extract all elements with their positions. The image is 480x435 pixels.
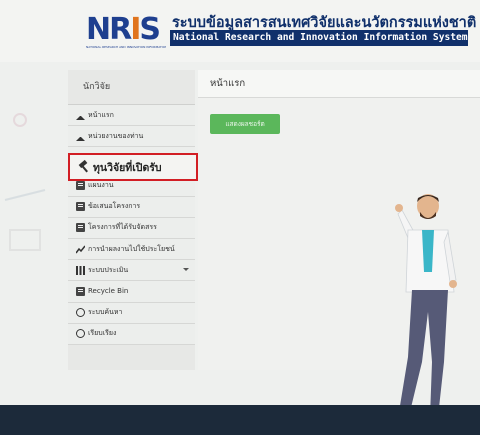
sidebar-item-utilization[interactable]: การนำผลงานไปใช้ประโยชน์: [68, 238, 195, 261]
logo-subtext: NATIONAL RESEARCH AND INNOVATION INFORMA…: [86, 45, 166, 49]
site-header: NRIS NATIONAL RESEARCH AND INNOVATION IN…: [0, 0, 480, 62]
footer-bar: [0, 405, 480, 435]
search-icon: [76, 308, 85, 318]
sidebar-item-organization[interactable]: หน่วยงานของท่าน: [68, 126, 195, 148]
page-title: หน้าแรก: [198, 70, 480, 98]
nris-logo[interactable]: NRIS: [86, 12, 162, 48]
sidebar-item-compose[interactable]: เรียบเรียง: [68, 323, 195, 345]
sidebar-item-evaluation[interactable]: ระบบประเมิน: [68, 260, 195, 282]
document-icon: [76, 202, 85, 212]
document-icon: [76, 223, 85, 233]
sidebar-item-search[interactable]: ระบบค้นหา: [68, 302, 195, 324]
background-doodle: [4, 113, 46, 251]
sidebar-item-open-grants[interactable]: ทุนวิจัยที่เปิดรับ: [68, 153, 198, 181]
sidebar: นักวิจัย หน้าแรก หน่วยงานของท่าน แผนงาน …: [68, 70, 195, 370]
trend-icon: [76, 245, 85, 253]
dashboard-button[interactable]: แสดงผลชอร์ต: [210, 114, 280, 134]
bar-chart-icon: [76, 265, 85, 275]
document-icon: [76, 286, 85, 296]
sidebar-item-recycle-bin[interactable]: Recycle Bin: [68, 281, 195, 303]
home-icon: [76, 111, 85, 120]
sidebar-item-proposals[interactable]: ข้อเสนอโครงการ: [68, 196, 195, 218]
researcher-illustration: [388, 194, 457, 428]
hammer-icon: [78, 161, 90, 173]
chevron-down-icon: [183, 268, 189, 272]
document-icon: [76, 180, 85, 190]
sidebar-item-home[interactable]: หน้าแรก: [68, 105, 195, 127]
sidebar-heading: นักวิจัย: [68, 70, 195, 105]
globe-icon: [76, 329, 85, 339]
sidebar-item-funded-projects[interactable]: โครงการที่ได้รับจัดสรร: [68, 217, 195, 239]
home-icon: [76, 132, 85, 141]
site-title-english: National Research and Innovation Informa…: [170, 30, 468, 46]
